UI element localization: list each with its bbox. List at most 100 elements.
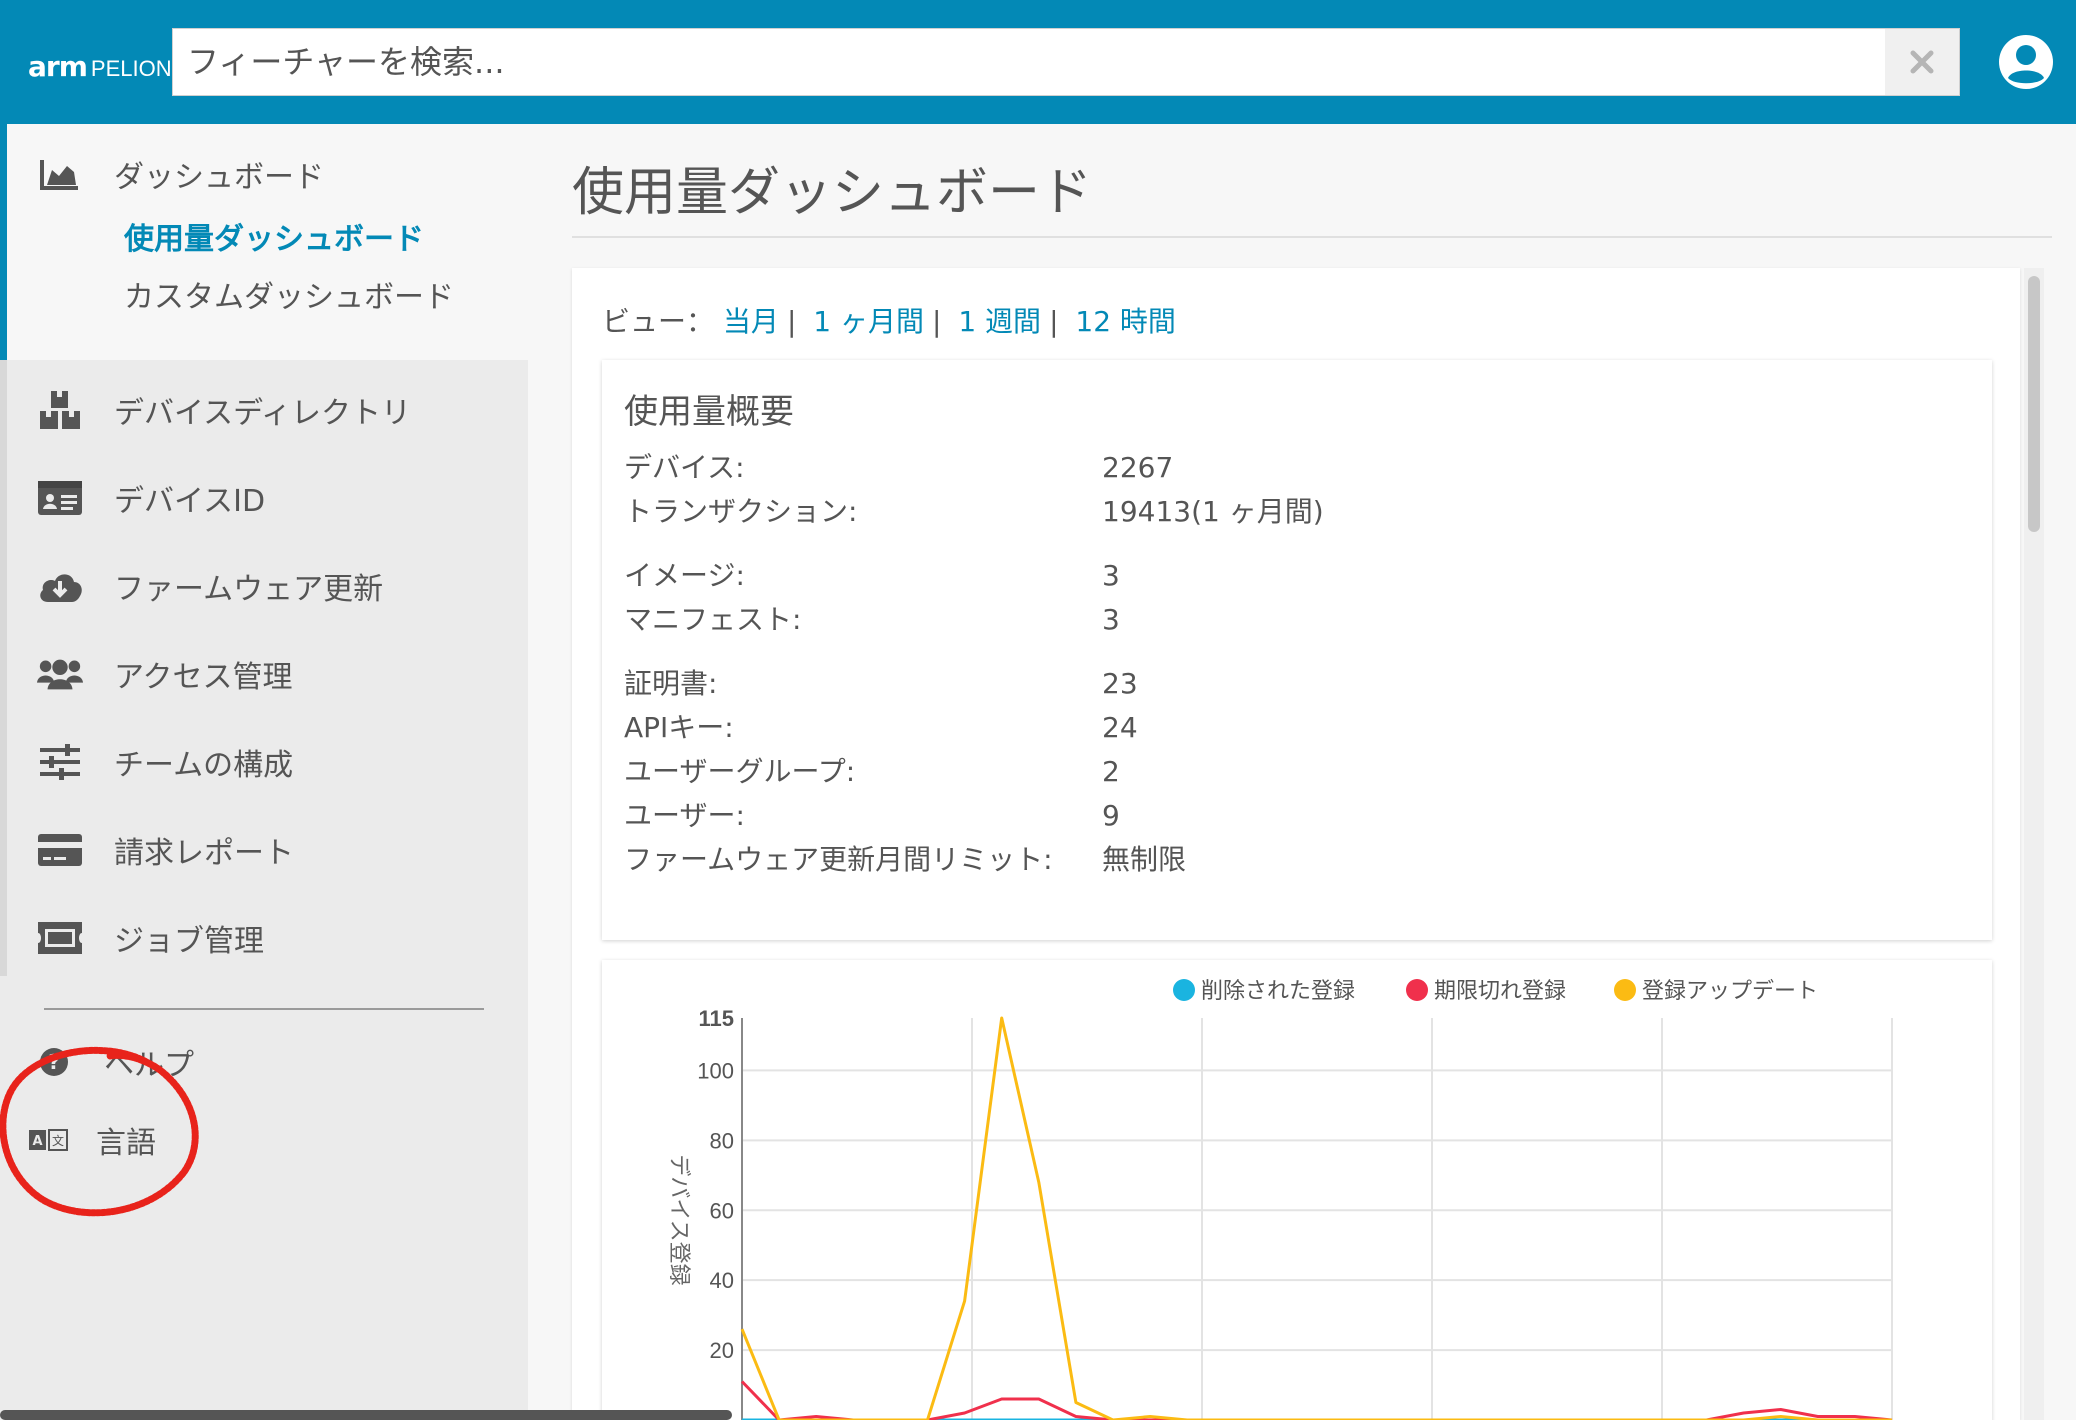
sidebar-edge xyxy=(0,360,7,976)
summary-value: 3 xyxy=(1102,559,1120,592)
title-divider xyxy=(572,236,2052,238)
sidebar-item-label: 請求レポート xyxy=(114,836,294,871)
credit-card-icon xyxy=(36,828,84,872)
sidebar-divider xyxy=(44,1008,484,1010)
user-avatar-icon[interactable] xyxy=(1996,32,2056,92)
logo-pelion: PELION xyxy=(90,56,172,81)
sidebar-item-label: アクセス管理 xyxy=(114,660,293,695)
summary-value: 2267 xyxy=(1102,451,1174,484)
y-tick-label: 60 xyxy=(710,1198,734,1223)
summary-row: デバイス: 2267 xyxy=(624,446,1173,486)
logo-arm: arm xyxy=(28,50,88,83)
summary-key: イメージ: xyxy=(624,559,745,592)
summary-value: 19413(1 ヶ月間) xyxy=(1102,495,1324,528)
view-option-1-month[interactable]: 1 ヶ月間 xyxy=(813,305,924,338)
view-option-this-month[interactable]: 当月 xyxy=(723,305,779,338)
series-line xyxy=(740,1380,1893,1420)
view-separator: | xyxy=(932,305,942,338)
summary-value: 24 xyxy=(1102,711,1138,744)
summary-row: ユーザーグループ: 2 xyxy=(624,750,1120,790)
top-bar: arm PELION xyxy=(0,0,2076,124)
y-tick-label: 20 xyxy=(710,1338,734,1363)
sidebar-subitem-custom-dashboard[interactable]: カスタムダッシュボード xyxy=(124,272,454,316)
sidebar-item-label: デバイスID xyxy=(114,484,266,519)
id-card-icon xyxy=(36,476,84,520)
summary-value: 23 xyxy=(1102,667,1138,700)
summary-key: 証明書: xyxy=(624,667,718,700)
y-tick-label: 40 xyxy=(710,1268,734,1293)
sidebar-item-label: ヘルプ xyxy=(104,1048,194,1083)
summary-key: ユーザーグループ: xyxy=(624,755,856,788)
legend-swatch xyxy=(1173,979,1195,1001)
y-tick-label: 115 xyxy=(699,1006,735,1031)
sidebar-item-label: ファームウェア更新 xyxy=(114,572,384,607)
series-line xyxy=(740,1016,1892,1420)
legend-swatch xyxy=(1406,979,1428,1001)
sidebar-item-device-id[interactable]: デバイスID xyxy=(36,476,265,520)
summary-key: マニフェスト: xyxy=(624,603,802,636)
view-option-1-week[interactable]: 1 週間 xyxy=(958,305,1041,338)
device-registration-chart-card: 20 40 60 80 100 115 デバイス登録 削除された登録 期限切れ登録 登録アップデー… xyxy=(602,960,1992,1420)
feature-search-input[interactable] xyxy=(187,39,1887,85)
sidebar-item-label: デバイスディレクトリ xyxy=(114,396,411,431)
svg-text:?: ? xyxy=(48,1050,60,1074)
feature-search xyxy=(172,28,1960,96)
summary-key: トランザクション: xyxy=(624,495,858,528)
sidebar-item-access-management[interactable]: アクセス管理 xyxy=(36,652,293,696)
summary-row: マニフェスト: 3 xyxy=(624,598,1120,638)
summary-value: 3 xyxy=(1102,603,1120,636)
sidebar-item-billing-report[interactable]: 請求レポート xyxy=(36,828,294,872)
sidebar-item-help[interactable]: ? ヘルプ xyxy=(30,1040,194,1084)
page-title: 使用量ダッシュボード xyxy=(572,163,1093,223)
view-separator: | xyxy=(786,305,797,338)
summary-value: 無制限 xyxy=(1102,843,1187,876)
view-selector: ビュー： 当月 | 1 ヶ月間 | 1 週間 | 12 時間 xyxy=(602,300,1176,340)
arm-pelion-logo[interactable]: arm PELION xyxy=(28,50,172,83)
view-separator: | xyxy=(1049,305,1059,338)
sliders-icon xyxy=(36,740,84,784)
y-axis-label: デバイス登録 xyxy=(666,1154,691,1285)
legend-swatch xyxy=(1614,979,1636,1001)
sidebar-item-label: 言語 xyxy=(96,1126,156,1161)
summary-row: イメージ: 3 xyxy=(624,554,1120,594)
summary-row: ファームウェア更新月間リミット: 無制限 xyxy=(624,838,1186,878)
summary-key: デバイス: xyxy=(624,451,745,484)
cloud-download-icon xyxy=(36,564,84,608)
sidebar-item-device-directory[interactable]: デバイスディレクトリ xyxy=(36,388,411,432)
usage-summary-card: 使用量概要 デバイス: 2267 トランザクション: 19413(1 ヶ月間) イメ… xyxy=(602,360,1992,940)
sidebar-item-firmware-update[interactable]: ファームウェア更新 xyxy=(36,564,383,608)
device-registration-chart: 20 40 60 80 100 115 デバイス登録 削除された登録 期限切れ登録 登録アップデー… xyxy=(666,979,1893,1420)
sidebar-subitem-usage-dashboard[interactable]: 使用量ダッシュボード xyxy=(124,214,424,258)
vertical-scrollbar[interactable] xyxy=(2024,268,2044,1420)
clear-search-button[interactable] xyxy=(1885,29,1959,95)
summary-row: ユーザー: 9 xyxy=(624,794,1120,834)
summary-key: ファームウェア更新月間リミット: xyxy=(624,843,1053,876)
scrollbar-thumb[interactable] xyxy=(2028,276,2040,532)
users-icon xyxy=(36,652,84,696)
sidebar-item-job-management[interactable]: ジョブ管理 xyxy=(36,916,264,960)
summary-value: 9 xyxy=(1102,799,1120,832)
view-label: ビュー： xyxy=(602,305,715,338)
boxes-icon xyxy=(36,388,84,432)
legend-label: 期限切れ登録 xyxy=(1434,979,1566,1004)
sidebar-item-label: ジョブ管理 xyxy=(114,924,264,959)
summary-key: APIキー: xyxy=(624,711,734,744)
summary-row: トランザクション: 19413(1 ヶ月間) xyxy=(624,490,1324,530)
sidebar-item-dashboard[interactable]: ダッシュボード xyxy=(36,152,324,196)
sidebar-item-label: ダッシュボード xyxy=(114,160,324,195)
svg-text:A: A xyxy=(32,1134,42,1149)
sidebar-item-team-configuration[interactable]: チームの構成 xyxy=(36,740,293,784)
summary-key: ユーザー: xyxy=(624,799,745,832)
ticket-icon xyxy=(36,916,84,960)
legend-label: 削除された登録 xyxy=(1201,979,1355,1004)
summary-value: 2 xyxy=(1102,755,1120,788)
close-icon xyxy=(1910,50,1934,74)
sidebar-item-language[interactable]: A文 言語 xyxy=(24,1118,156,1162)
usage-summary-title: 使用量概要 xyxy=(624,392,794,432)
horizontal-scrollbar[interactable] xyxy=(0,1410,732,1420)
y-tick-label: 100 xyxy=(697,1058,734,1083)
view-option-12-hours[interactable]: 12 時間 xyxy=(1075,305,1176,338)
svg-text:文: 文 xyxy=(52,1133,64,1148)
legend-label: 登録アップデート xyxy=(1642,979,1818,1004)
language-icon: A文 xyxy=(24,1118,72,1162)
